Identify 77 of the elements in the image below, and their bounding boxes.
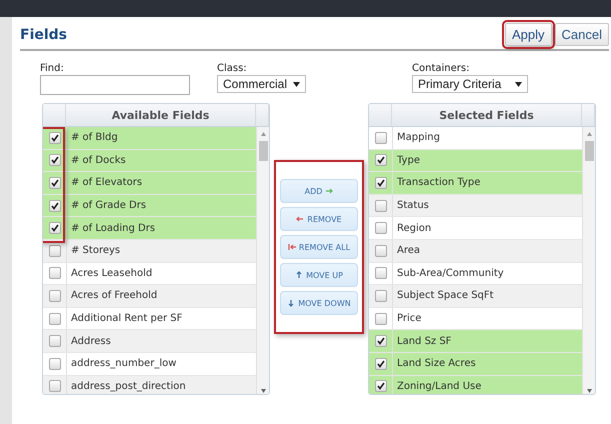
list-header: Selected Fields [392,104,582,126]
list-row[interactable]: Sub-Area/Community [369,262,582,286]
containers-select[interactable]: Primary Criteria [412,75,528,93]
checkbox[interactable] [374,176,386,189]
up-arrow-icon [295,271,304,279]
checkbox[interactable] [48,312,60,325]
caret-icon [293,82,300,86]
checkbox[interactable] [374,154,386,166]
list-row[interactable]: Acres Leasehold [43,262,256,286]
list-row[interactable]: Region [369,217,582,240]
scroll-up-icon[interactable] [586,131,592,137]
list-row[interactable]: Land Size Acres [369,352,582,376]
field-label: Class: [217,63,247,74]
apply-button[interactable]: Apply [505,23,552,46]
scrollbar-thumb[interactable] [584,141,594,161]
checkbox[interactable] [48,244,60,257]
checkbox[interactable] [374,200,386,212]
checkbox[interactable] [48,200,60,212]
caret-icon [515,82,522,86]
left-arrow-icon [288,243,296,251]
cancel-button[interactable]: Cancel [554,23,609,46]
dialog-title: Fields [20,26,68,42]
list-header: Available Fields [66,104,256,126]
checkbox[interactable] [48,154,60,166]
checkbox[interactable] [48,335,60,348]
list-row[interactable]: Area [369,240,582,263]
find-field[interactable] [40,75,190,95]
checkbox[interactable] [48,358,60,370]
list-row[interactable]: # of Docks [43,150,256,172]
list-row[interactable]: address_post_direction [43,376,256,394]
checkbox[interactable] [374,222,386,234]
checkbox[interactable] [374,335,386,348]
field-label: Find: [40,63,64,74]
list-row[interactable]: Type [369,150,582,172]
list-row[interactable]: Subject Space SqFt [369,285,582,308]
list-row[interactable]: # of Elevators [43,172,256,195]
checkbox[interactable] [48,222,60,234]
list-row[interactable]: # of Grade Drs [43,194,256,218]
list-row[interactable]: Additional Rent per SF [43,308,256,330]
checkbox[interactable] [374,358,386,370]
list-row[interactable]: Price [369,308,582,330]
action-button[interactable]: REMOVE ALL [280,235,358,259]
list-row[interactable]: Address [43,330,256,353]
action-button[interactable]: REMOVE [280,207,358,231]
scroll-down-icon[interactable] [260,388,266,394]
list-row[interactable]: Status [369,194,582,218]
right-arrow-icon [325,187,334,195]
list-row[interactable]: Acres of Freehold [43,285,256,308]
scroll-up-icon[interactable] [260,131,266,137]
list-row[interactable]: # of Bldg [43,127,256,150]
field-label: Containers: [412,63,470,74]
checkbox[interactable] [374,380,386,392]
action-button[interactable]: MOVE DOWN [280,291,358,315]
list-row[interactable]: address_number_low [43,352,256,376]
list-row[interactable]: # Storeys [43,240,256,263]
down-arrow-icon [287,299,296,307]
list-row[interactable]: # of Loading Drs [43,217,256,240]
checkbox[interactable] [374,132,386,144]
checkbox[interactable] [48,176,60,189]
checkbox[interactable] [48,380,60,392]
list-row[interactable]: Land Sz SF [369,330,582,353]
action-button[interactable]: ADD [280,179,358,203]
checkbox[interactable] [48,132,60,144]
list-row[interactable]: Mapping [369,127,582,150]
action-button[interactable]: MOVE UP [280,263,358,287]
list-row[interactable]: Zoning/Land Use [369,376,582,394]
checkbox[interactable] [374,312,386,325]
checkbox[interactable] [374,267,386,280]
class-select[interactable]: Commercial [217,75,306,93]
scrollbar-thumb[interactable] [258,141,268,161]
checkbox[interactable] [374,290,386,302]
left-arrow-icon [296,215,304,223]
checkbox[interactable] [374,244,386,257]
checkbox[interactable] [48,290,60,302]
scroll-down-icon[interactable] [586,388,592,394]
checkbox[interactable] [48,267,60,280]
list-row[interactable]: Transaction Type [369,172,582,195]
